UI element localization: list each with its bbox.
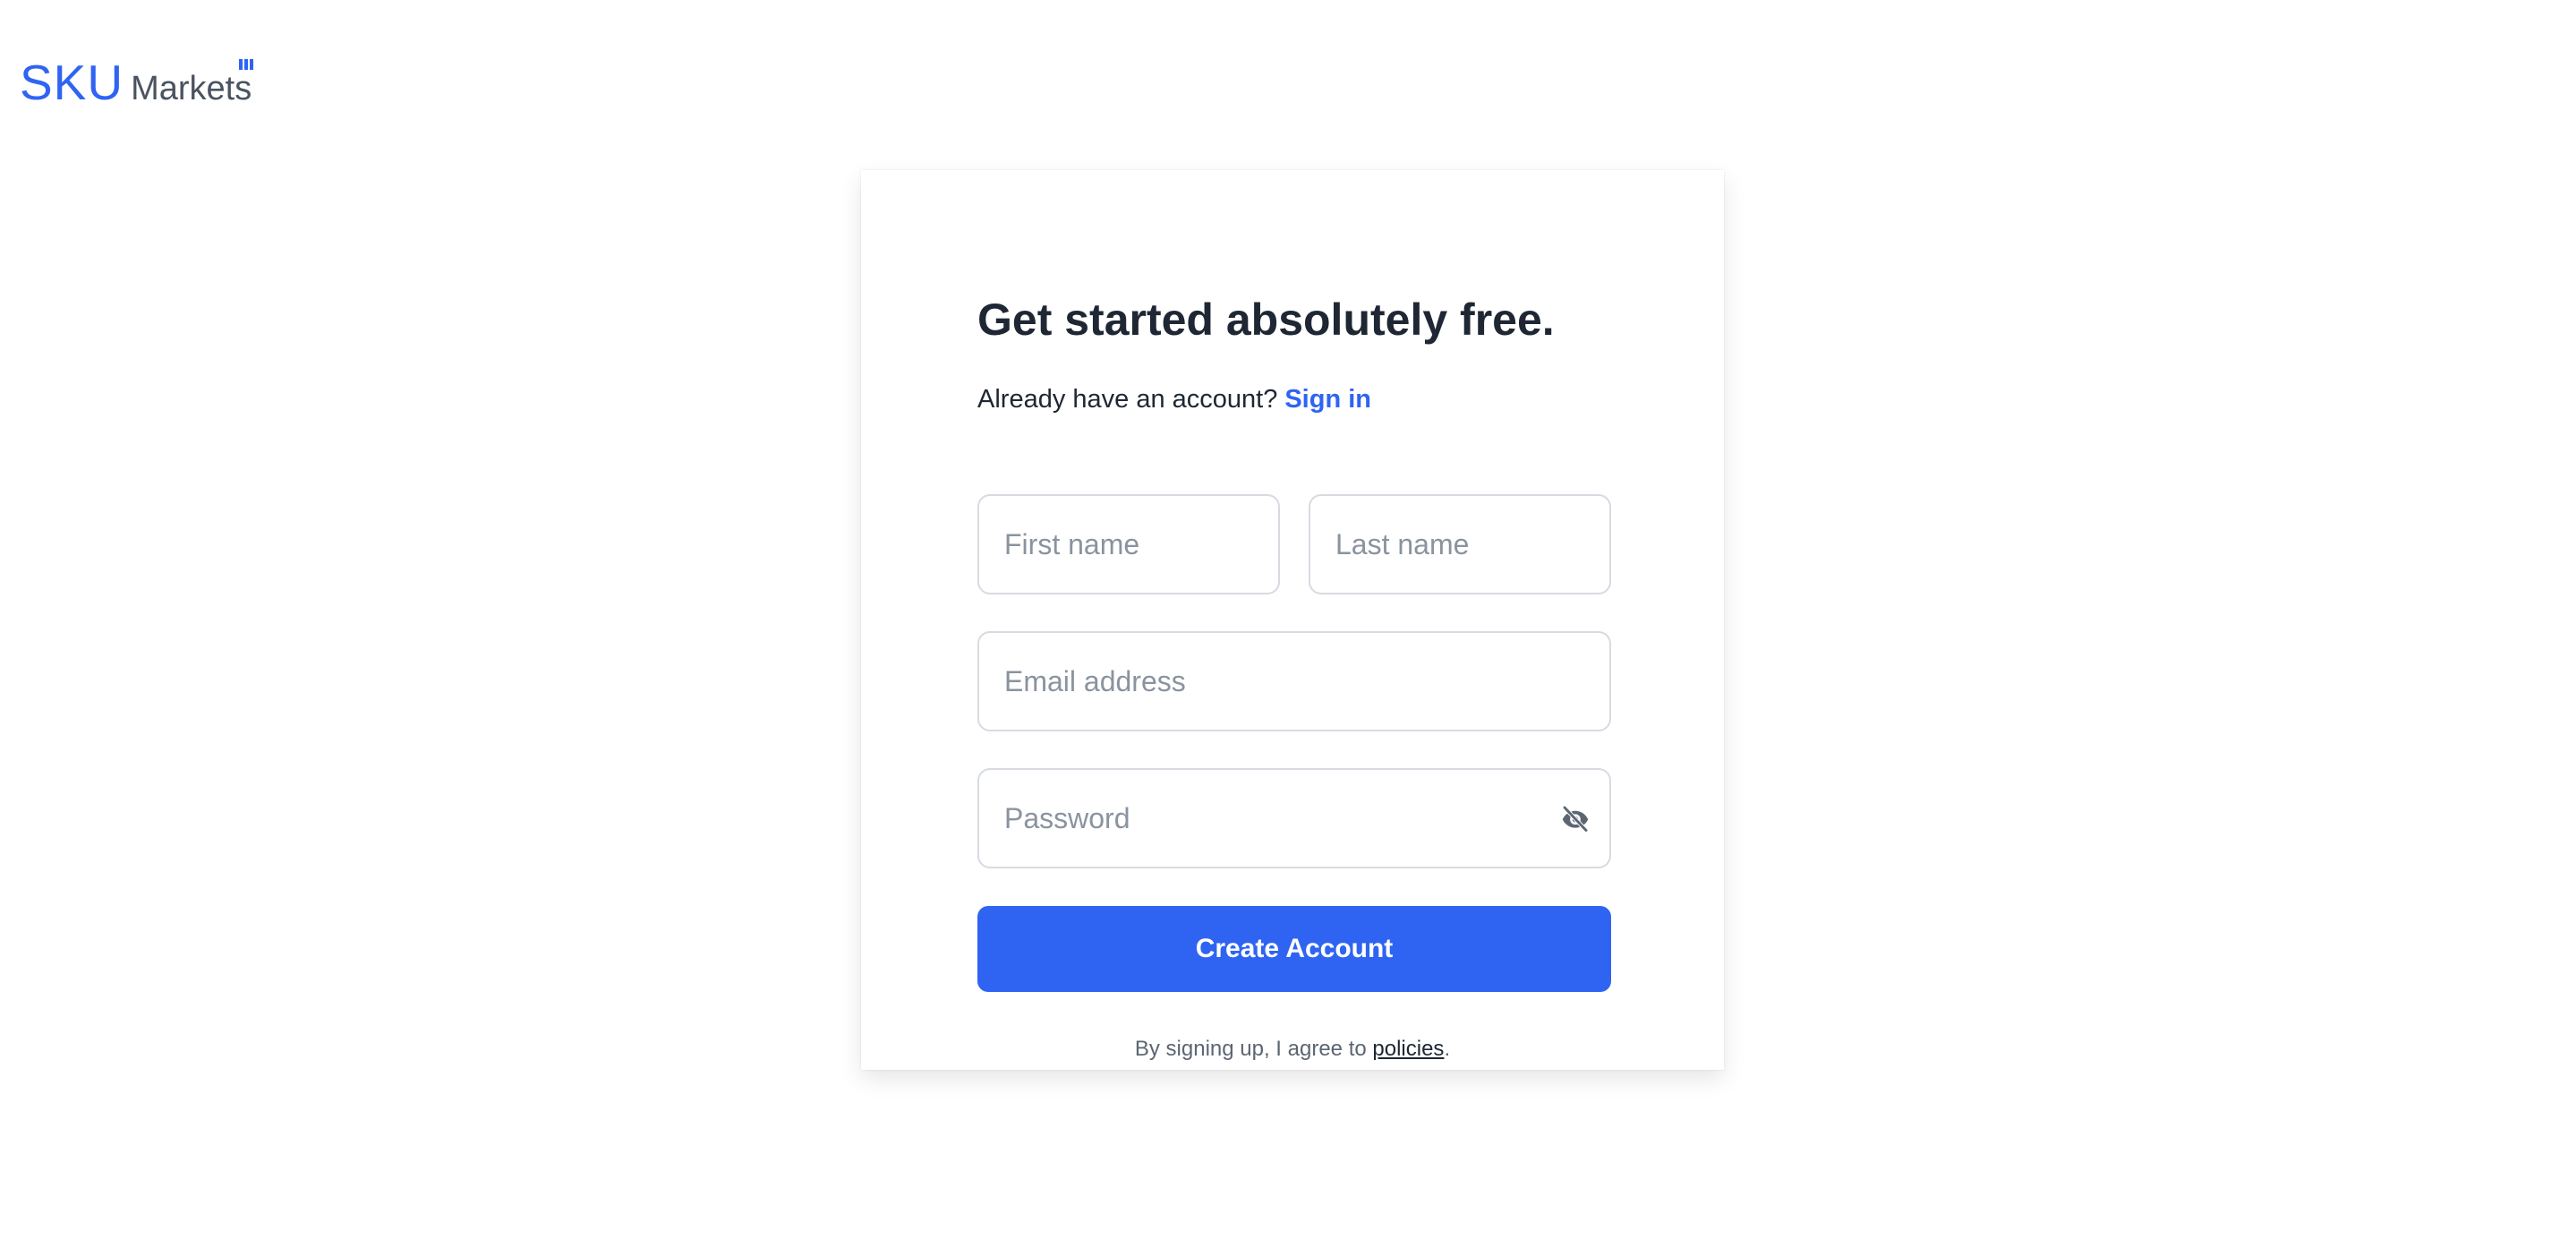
logo-markets-label: Markets [131, 70, 252, 107]
logo-bars-icon [239, 59, 254, 70]
signin-link[interactable]: Sign in [1284, 385, 1371, 414]
password-visibility-toggle[interactable] [1557, 800, 1593, 836]
password-field-wrapper [977, 768, 1611, 868]
email-input[interactable] [1002, 663, 1586, 699]
first-name-input[interactable] [1002, 526, 1255, 562]
terms-prefix: By signing up, I agree to [1134, 1037, 1367, 1061]
brand-logo[interactable]: SKU Markets [20, 54, 254, 110]
first-name-field-wrapper [977, 494, 1280, 594]
logo-markets-text: Markets [131, 59, 254, 107]
create-account-button[interactable]: Create Account [977, 906, 1611, 992]
policies-link[interactable]: policies [1372, 1037, 1444, 1061]
logo-sku-text: SKU [20, 55, 124, 110]
page-title: Get started absolutely free. [977, 295, 1555, 345]
terms-text: By signing up, I agree to policies. [861, 1037, 1724, 1062]
signin-prompt-text: Already have an account? [977, 385, 1278, 414]
signin-prompt-row: Already have an account? Sign in [977, 385, 1371, 415]
terms-suffix: . [1444, 1037, 1451, 1061]
last-name-input[interactable] [1334, 526, 1586, 562]
eye-off-icon [1562, 805, 1589, 833]
last-name-field-wrapper [1309, 494, 1611, 594]
email-field-wrapper [977, 631, 1611, 731]
password-input[interactable] [1002, 800, 1547, 836]
signup-card: Get started absolutely free. Already hav… [861, 170, 1724, 1070]
